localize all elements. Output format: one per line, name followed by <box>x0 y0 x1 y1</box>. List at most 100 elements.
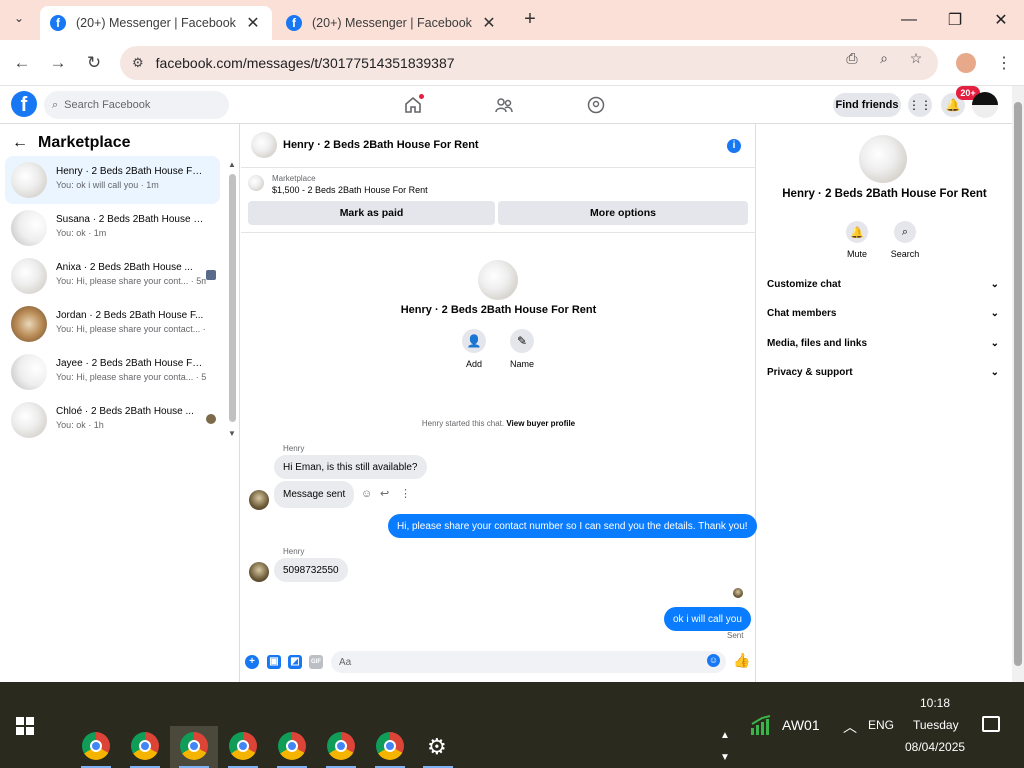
forward-button[interactable]: → <box>45 50 71 76</box>
groups-icon[interactable] <box>584 94 608 116</box>
account-avatar[interactable] <box>972 92 998 118</box>
incoming-message[interactable]: Message sent <box>274 481 355 508</box>
chat-title[interactable]: Henry · 2 Beds 2Bath House For Rent <box>283 139 479 151</box>
conversation-item[interactable]: Henry · 2 Beds 2Bath House Fo... You: ok… <box>5 156 220 204</box>
facebook-logo[interactable]: f <box>11 91 37 117</box>
conversation-avatar <box>11 258 47 294</box>
chrome-taskbar-icon[interactable] <box>278 732 306 760</box>
find-friends-button[interactable]: Find friends <box>833 93 901 117</box>
back-arrow-icon[interactable]: ← <box>12 134 28 152</box>
conversation-item[interactable]: Susana · 2 Beds 2Bath House F... You: ok… <box>5 204 220 252</box>
customize-chat-section[interactable]: Customize chat ⌄ <box>767 279 999 290</box>
aw01-label[interactable]: AW01 <box>782 717 820 733</box>
chat-started-notice: Henry started this chat. View buyer prof… <box>241 419 756 428</box>
chat-members-section[interactable]: Chat members ⌄ <box>767 308 999 319</box>
menu-grid-icon[interactable]: ⋮⋮ <box>908 93 932 117</box>
page-scrollbar-thumb[interactable] <box>1014 102 1022 666</box>
chrome-taskbar-icon[interactable] <box>327 732 355 760</box>
settings-gear-icon[interactable]: ⚙ <box>427 734 447 760</box>
like-thumb-icon[interactable]: 👍 <box>733 652 750 669</box>
close-tab-icon[interactable]: ✕ <box>480 13 498 33</box>
view-buyer-profile-link[interactable]: View buyer profile <box>506 419 575 428</box>
outgoing-message[interactable]: Hi, please share your contact number so … <box>388 514 757 538</box>
conversation-avatar <box>11 354 47 390</box>
tab-messenger-2[interactable]: f (20+) Messenger | Facebook ✕ <box>276 6 508 40</box>
message-input[interactable]: Aa <box>331 651 726 673</box>
minimize-button[interactable]: — <box>894 8 924 32</box>
close-tab-icon[interactable]: ✕ <box>244 13 262 33</box>
listing-thumbnail <box>248 175 264 191</box>
site-info-icon[interactable]: ⚙ <box>132 55 144 71</box>
outgoing-message[interactable]: ok i will call you <box>664 607 751 631</box>
browser-toolbar: ← → ↻ ⚙ facebook.com/messages/t/30177514… <box>0 40 1024 86</box>
profile-avatar[interactable] <box>956 53 976 73</box>
search-action[interactable]: ⌕ Search <box>885 221 925 259</box>
incoming-message[interactable]: Hi Eman, is this still available? <box>274 455 427 479</box>
notification-center-icon[interactable] <box>982 716 1000 732</box>
chrome-taskbar-icon[interactable] <box>82 732 110 760</box>
scroll-down-arrow[interactable]: ▼ <box>228 429 236 438</box>
react-icon[interactable]: ☺ <box>361 488 372 500</box>
info-icon[interactable]: i <box>727 139 741 153</box>
name-action[interactable]: ✎ Name <box>502 329 542 369</box>
chrome-taskbar-icon[interactable] <box>131 732 159 760</box>
address-bar[interactable]: ⚙ facebook.com/messages/t/30177514351839… <box>120 46 938 80</box>
gif-icon[interactable]: GIF <box>309 655 323 669</box>
clock-day[interactable]: Tuesday <box>913 718 959 732</box>
details-name: Henry · 2 Beds 2Bath House For Rent <box>782 188 987 200</box>
stock-chart-icon[interactable] <box>750 714 774 736</box>
tab-search-dropdown[interactable]: ⌄ <box>10 11 28 29</box>
more-options-button[interactable]: More options <box>498 201 748 225</box>
search-input[interactable]: ⌕ Search Facebook <box>44 91 229 119</box>
clock-time[interactable]: 10:18 <box>920 696 950 710</box>
taskbar-scroll-up-icon[interactable]: ▲ <box>720 730 730 741</box>
search-icon: ⌕ <box>894 221 916 243</box>
message-placeholder: Aa <box>339 656 352 668</box>
conversation-snippet: You: Hi, please share your cont... · 5m <box>56 276 206 286</box>
conversation-item[interactable]: Jayee · 2 Beds 2Bath House For... You: H… <box>5 348 220 396</box>
tab-messenger-1[interactable]: f (20+) Messenger | Facebook ✕ <box>40 6 272 40</box>
mark-as-paid-button[interactable]: Mark as paid <box>248 201 495 225</box>
friends-icon[interactable] <box>492 94 516 116</box>
plus-icon[interactable]: + <box>245 655 259 669</box>
listing-price-title[interactable]: $1,500 - 2 Beds 2Bath House For Rent <box>272 185 428 195</box>
emoji-icon[interactable]: ☺ <box>707 654 720 667</box>
restore-button[interactable]: ❐ <box>940 8 970 32</box>
chrome-taskbar-icon[interactable] <box>229 732 257 760</box>
zoom-icon[interactable]: ⌕ <box>874 48 894 68</box>
close-window-button[interactable]: ✕ <box>986 8 1016 32</box>
home-icon[interactable] <box>401 94 425 116</box>
chrome-taskbar-icon[interactable] <box>180 732 208 760</box>
mute-action[interactable]: 🔔 Mute <box>837 221 877 259</box>
language-indicator[interactable]: ENG <box>868 718 894 732</box>
back-button[interactable]: ← <box>9 50 35 76</box>
clock-date[interactable]: 08/04/2025 <box>905 740 965 754</box>
incoming-message[interactable]: 5098732550 <box>274 558 348 582</box>
windows-start-icon[interactable] <box>16 717 34 735</box>
media-files-links-section[interactable]: Media, files and links ⌄ <box>767 338 999 349</box>
photo-icon[interactable]: ▣ <box>267 655 281 669</box>
reply-icon[interactable]: ↩ <box>380 487 389 500</box>
bookmark-star-icon[interactable]: ☆ <box>906 48 926 68</box>
new-tab-button[interactable]: + <box>520 8 540 30</box>
chrome-taskbar-icon[interactable] <box>376 732 404 760</box>
scrollbar-thumb[interactable] <box>229 174 236 422</box>
conversation-item[interactable]: Chloé · 2 Beds 2Bath House ... You: ok ·… <box>5 396 220 444</box>
conversation-item[interactable]: Jordan · 2 Beds 2Bath House F... You: Hi… <box>5 300 220 348</box>
conversation-snippet: You: Hi, please share your conta... · 57… <box>56 372 206 382</box>
add-action[interactable]: 👤 Add <box>454 329 494 369</box>
conversation-item[interactable]: Anixa · 2 Beds 2Bath House ... You: Hi, … <box>5 252 220 300</box>
privacy-support-section[interactable]: Privacy & support ⌄ <box>767 367 999 378</box>
scroll-up-arrow[interactable]: ▲ <box>228 160 236 169</box>
conversation-name: Chloé · 2 Beds 2Bath House ... <box>56 406 194 417</box>
tray-chevron-up-icon[interactable]: ︿ <box>843 717 857 737</box>
page-scrollbar[interactable] <box>1012 86 1024 682</box>
chat-avatar[interactable] <box>251 132 277 158</box>
install-app-icon[interactable]: ⎙ <box>842 48 862 68</box>
reload-button[interactable]: ↻ <box>81 50 107 76</box>
taskbar-scroll-down-icon[interactable]: ▼ <box>720 752 730 763</box>
sticker-icon[interactable]: ◩ <box>288 655 302 669</box>
browser-menu-icon[interactable]: ⋮ <box>996 53 1012 73</box>
more-icon[interactable]: ⋮ <box>400 487 411 500</box>
conversation-snippet: You: ok · 1h <box>56 420 104 430</box>
